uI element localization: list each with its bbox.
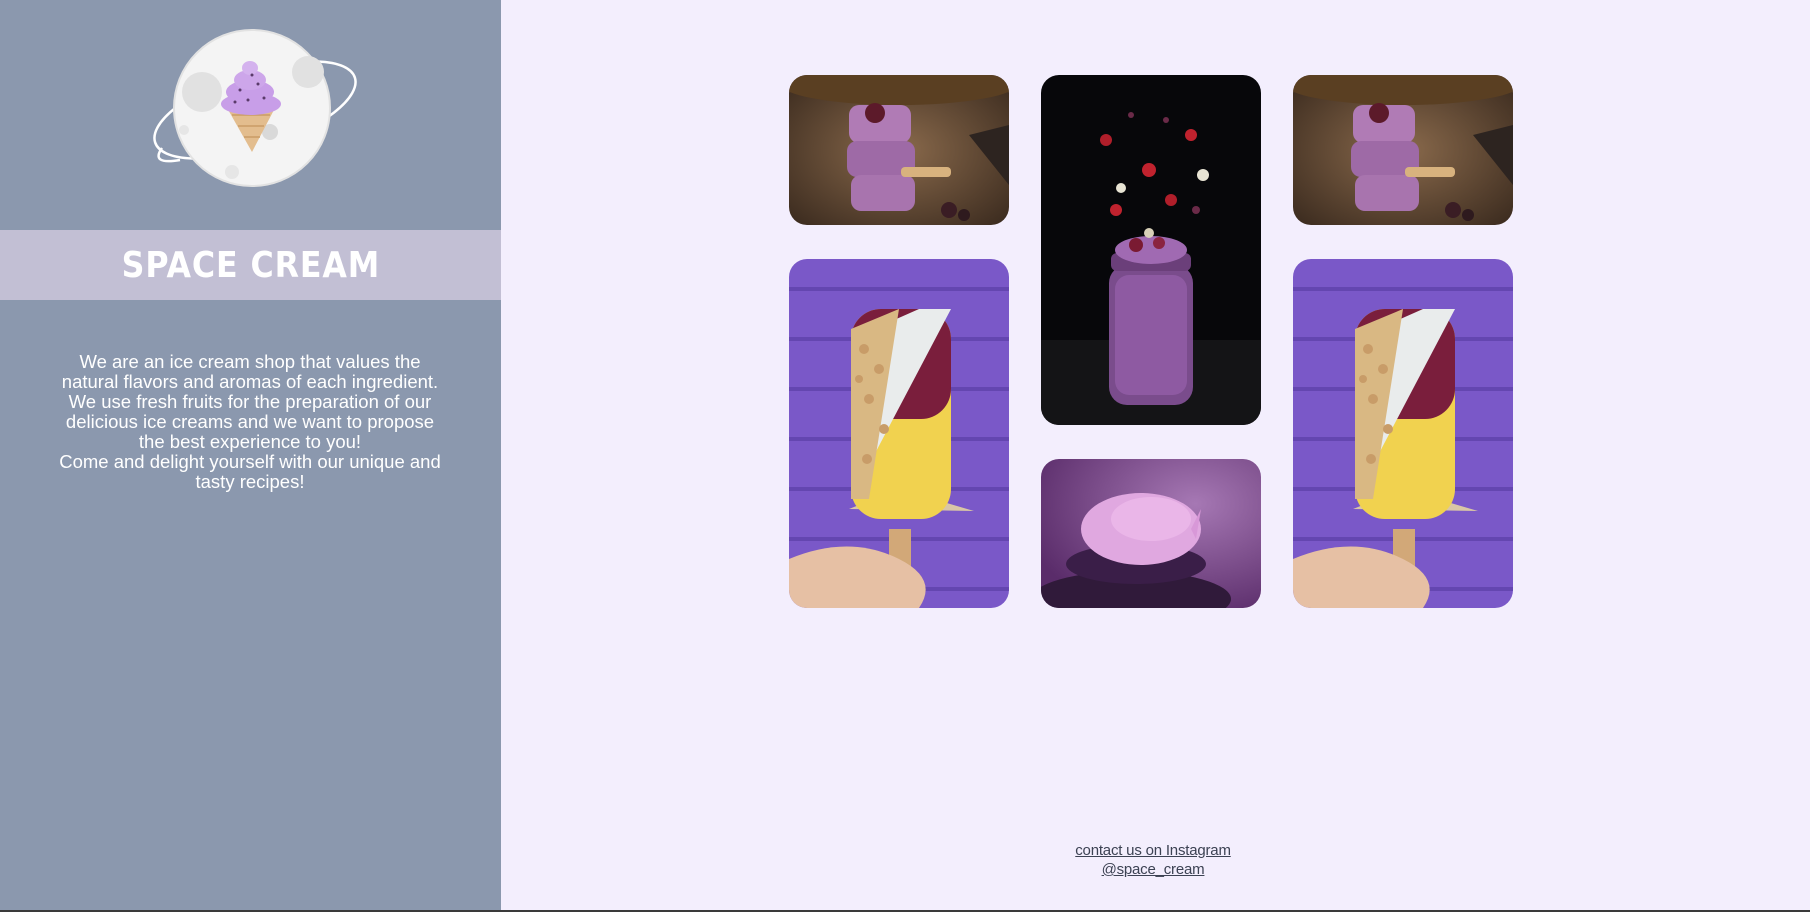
- footer: contact us on Instagram @space_cream: [1024, 840, 1282, 878]
- about-line: Come and delight yourself with our uniqu…: [59, 451, 441, 472]
- about-line: tasty recipes!: [195, 471, 305, 492]
- gallery-photo-nut-popsicle[interactable]: [789, 259, 1009, 608]
- about-line: the best experience to you!: [138, 431, 362, 452]
- space-cream-logo[interactable]: [140, 20, 370, 195]
- gallery-photo-popsicles-stack[interactable]: [1293, 75, 1513, 225]
- gallery-photo-smoothie-jar[interactable]: [1041, 75, 1261, 425]
- about-line: We are an ice cream shop that values the: [79, 351, 421, 372]
- instagram-contact-link[interactable]: contact us on Instagram @space_cream: [1075, 842, 1231, 878]
- sidebar: SPACE CREAM We are an ice cream shop tha…: [0, 0, 501, 910]
- gallery-photo-ice-cream-scoop[interactable]: [1041, 459, 1261, 608]
- about-line: We use fresh fruits for the preparation …: [68, 391, 432, 412]
- about-text: We are an ice cream shop that values the…: [40, 352, 460, 492]
- gallery-photo-nut-popsicle[interactable]: [1293, 259, 1513, 608]
- about-line: delicious ice creams and we want to prop…: [65, 411, 435, 432]
- brand-title: SPACE CREAM: [121, 244, 380, 286]
- brand-title-band: SPACE CREAM: [0, 230, 501, 300]
- gallery-photo-popsicles-stack[interactable]: [789, 75, 1009, 225]
- about-line: natural flavors and aromas of each ingre…: [61, 371, 439, 392]
